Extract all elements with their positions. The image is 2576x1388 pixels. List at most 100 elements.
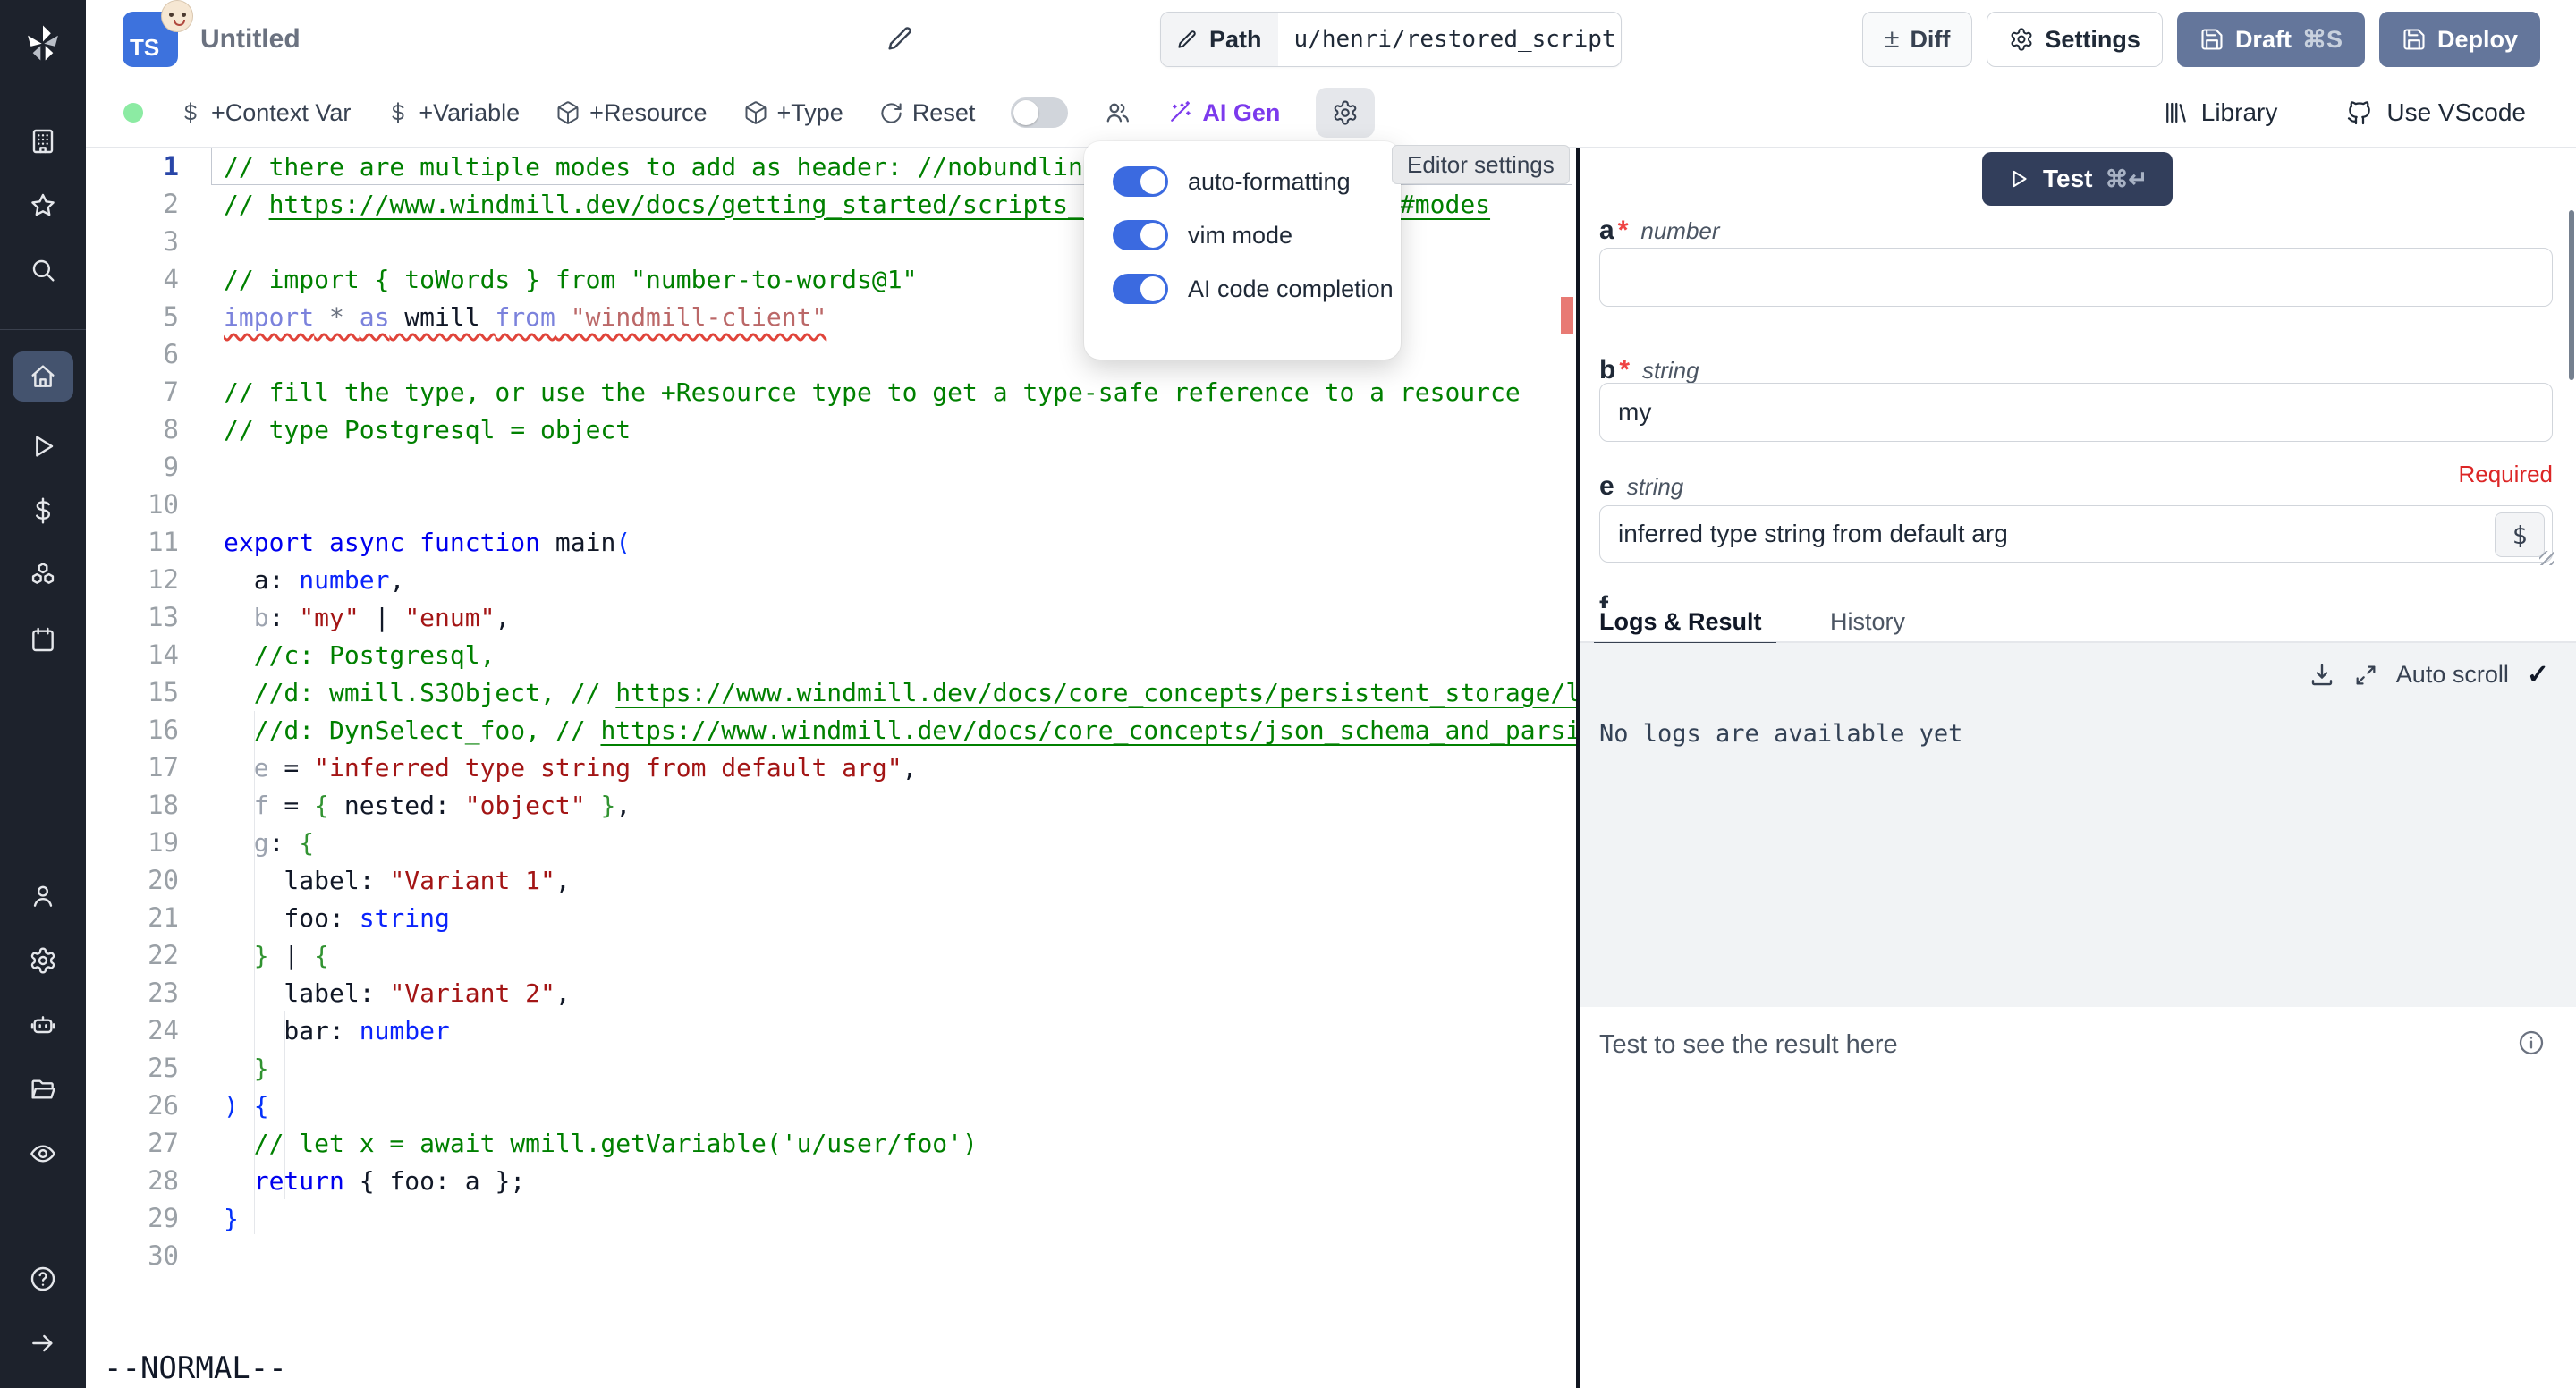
code-line-15[interactable]: 15 //d: wmill.S3Object, // https://www.w…	[86, 673, 1576, 711]
wand-icon	[1166, 99, 1193, 126]
run-panel: Test ⌘↵ a*numberRequiredb*stringmyestrin…	[1580, 148, 2576, 1388]
sidebar-item-gear-icon[interactable]	[14, 941, 72, 980]
line-number: 30	[86, 1240, 188, 1271]
info-icon[interactable]	[2517, 1028, 2546, 1057]
code-line-29[interactable]: 29}	[86, 1199, 1576, 1237]
code-line-25[interactable]: 25 }	[86, 1049, 1576, 1087]
add-variable-button[interactable]: +Variable	[386, 99, 520, 127]
library-button[interactable]: Library	[2162, 98, 2278, 127]
code-line-17[interactable]: 17 e = "inferred type string from defaul…	[86, 749, 1576, 786]
sidebar-item-star-icon[interactable]	[14, 186, 72, 225]
deploy-button[interactable]: Deploy	[2379, 12, 2540, 67]
path-field[interactable]: Path u/henri/restored_script	[1160, 12, 1622, 67]
add-resource-button[interactable]: +Resource	[555, 99, 707, 127]
code-line-30[interactable]: 30	[86, 1237, 1576, 1274]
draft-button[interactable]: Draft ⌘S	[2177, 12, 2365, 67]
sidebar-item-building-icon[interactable]	[14, 122, 72, 161]
users-icon[interactable]	[1104, 99, 1131, 126]
toggle-1[interactable]	[1113, 220, 1168, 250]
save-icon	[2402, 27, 2427, 52]
code-line-9[interactable]: 9	[86, 448, 1576, 486]
vim-status: --NORMAL--	[104, 1350, 287, 1386]
result-panel: Test to see the result here	[1580, 1007, 2576, 1388]
code-line-18[interactable]: 18 f = { nested: "object" },	[86, 786, 1576, 824]
field-input-b[interactable]: my	[1599, 383, 2553, 442]
sidebar-item-search-icon[interactable]	[14, 250, 72, 290]
line-number: 1	[86, 151, 188, 182]
package-icon	[743, 100, 768, 125]
field-label-a: a*number	[1599, 216, 1720, 246]
toggle-0[interactable]	[1113, 166, 1168, 197]
topbar: TS Untitled Path u/henri/restored_script…	[86, 0, 2576, 79]
code-line-12[interactable]: 12 a: number,	[86, 561, 1576, 598]
ai-gen-button[interactable]: AI Gen	[1166, 99, 1280, 127]
settings-button[interactable]: Settings	[1987, 12, 2163, 67]
download-logs-icon[interactable]	[2309, 662, 2335, 689]
path-value[interactable]: u/henri/restored_script	[1278, 13, 1622, 66]
sidebar-item-dollar-icon[interactable]	[14, 491, 72, 530]
line-number: 19	[86, 827, 188, 858]
code-line-11[interactable]: 11export async function main(	[86, 523, 1576, 561]
code-line-27[interactable]: 27 // let x = await wmill.getVariable('u…	[86, 1124, 1576, 1162]
code-line-23[interactable]: 23 label: "Variant 2",	[86, 974, 1576, 1011]
code-line-20[interactable]: 20 label: "Variant 1",	[86, 861, 1576, 899]
logs-panel: Auto scroll ✓ No logs are available yet	[1580, 643, 2576, 1007]
diff-button[interactable]: ± Diff	[1862, 12, 1972, 67]
sidebar-item-bot-icon[interactable]	[14, 1005, 72, 1045]
editor-settings-button[interactable]	[1316, 88, 1375, 138]
field-input-a[interactable]	[1599, 248, 2553, 307]
gear-icon	[2009, 27, 2034, 52]
toggle-label: vim mode	[1188, 222, 1292, 250]
result-placeholder: Test to see the result here	[1599, 1030, 1898, 1060]
autoscroll-checkmark[interactable]: ✓	[2527, 659, 2549, 690]
code-line-10[interactable]: 10	[86, 486, 1576, 523]
sidebar-item-eye-icon[interactable]	[14, 1134, 72, 1173]
code-line-24[interactable]: 24 bar: number	[86, 1011, 1576, 1049]
add-context-var-button[interactable]: +Context Var	[179, 99, 351, 127]
sidebar-item-arrow-right-icon[interactable]	[14, 1324, 72, 1363]
form-scrollbar[interactable]	[2569, 210, 2574, 380]
sidebar-item-boxes-icon[interactable]	[14, 555, 72, 595]
sidebar-item-folder-open-icon[interactable]	[14, 1070, 72, 1109]
autoscroll-label[interactable]: Auto scroll	[2396, 661, 2509, 689]
code-line-26[interactable]: 26) {	[86, 1087, 1576, 1124]
sidebar-item-home-icon[interactable]	[13, 351, 73, 402]
sidebar-item-calendar-icon[interactable]	[14, 620, 72, 659]
add-type-button[interactable]: +Type	[743, 99, 843, 127]
toggle-2[interactable]	[1113, 274, 1168, 304]
windmill-logo[interactable]	[0, 0, 86, 86]
sidebar-item-play-icon[interactable]	[14, 427, 72, 466]
reset-button[interactable]: Reset	[879, 99, 976, 127]
assistant-toggle[interactable]	[1011, 97, 1068, 128]
line-number: 8	[86, 414, 188, 444]
resize-handle[interactable]	[2539, 551, 2554, 565]
code-line-21[interactable]: 21 foo: string	[86, 899, 1576, 936]
code-line-13[interactable]: 13 b: "my" | "enum",	[86, 598, 1576, 636]
line-number: 21	[86, 902, 188, 933]
code-line-28[interactable]: 28 return { foo: a };	[86, 1162, 1576, 1199]
dollar-icon	[386, 101, 410, 124]
tab-logs-result[interactable]: Logs & Result	[1599, 608, 1762, 641]
menu-row-vim-mode: vim mode	[1113, 220, 1401, 250]
expand-logs-icon[interactable]	[2353, 663, 2378, 688]
line-number: 18	[86, 790, 188, 820]
toggle-label: auto-formatting	[1188, 168, 1351, 196]
code-line-14[interactable]: 14 //c: Postgresql,	[86, 636, 1576, 673]
use-vscode-button[interactable]: Use VScode	[2345, 98, 2526, 127]
code-line-16[interactable]: 16 //d: DynSelect_foo, // https://www.wi…	[86, 711, 1576, 749]
line-number: 7	[86, 377, 188, 407]
sidebar-divider	[0, 329, 86, 330]
code-line-19[interactable]: 19 g: {	[86, 824, 1576, 861]
insert-variable-button[interactable]: $	[2495, 512, 2545, 557]
tab-history[interactable]: History	[1830, 608, 1905, 641]
field-input-e[interactable]: inferred type string from default arg$	[1599, 505, 2553, 563]
sidebar-item-help-icon[interactable]	[14, 1259, 72, 1299]
code-line-22[interactable]: 22 } | {	[86, 936, 1576, 974]
menu-row-auto-formatting: auto-formatting	[1113, 166, 1401, 197]
edit-title-pencil-icon[interactable]	[885, 23, 915, 54]
code-line-8[interactable]: 8// type Postgresql = object	[86, 410, 1576, 448]
sidebar-item-user-icon[interactable]	[14, 876, 72, 916]
script-title: Untitled	[200, 24, 301, 55]
code-line-7[interactable]: 7// fill the type, or use the +Resource …	[86, 373, 1576, 410]
line-number: 29	[86, 1203, 188, 1233]
